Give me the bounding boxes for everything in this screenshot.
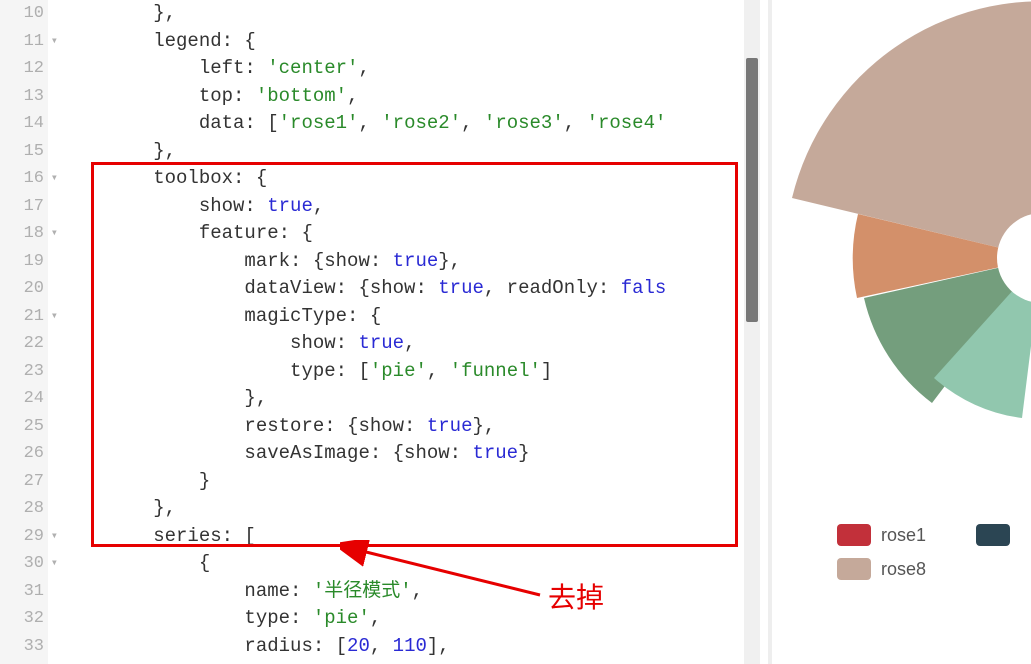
legend-swatch-extra — [976, 524, 1010, 546]
code-line[interactable]: }, — [62, 495, 732, 523]
line-number: 27 — [0, 468, 44, 496]
code-line[interactable]: }, — [62, 0, 732, 28]
line-number: 12 — [0, 55, 44, 83]
code-line[interactable]: type: 'pie', — [62, 605, 732, 633]
line-number: 28 — [0, 495, 44, 523]
code-line[interactable]: dataView: {show: true, readOnly: fals — [62, 275, 732, 303]
chart-preview — [772, 0, 1031, 500]
line-number: 15 — [0, 138, 44, 166]
pie-slice-rose8 — [792, 1, 1031, 258]
code-line[interactable]: series: [ — [62, 523, 732, 551]
line-number-gutter: 1011▾1213141516▾1718▾192021▾222324252627… — [0, 0, 48, 664]
code-line[interactable]: mark: {show: true}, — [62, 248, 732, 276]
code-line[interactable]: }, — [62, 385, 732, 413]
fold-marker-icon[interactable]: ▾ — [46, 28, 58, 56]
legend-swatch — [837, 558, 871, 580]
line-number: 21▾ — [0, 303, 44, 331]
legend-item-rose8[interactable]: rose8 — [837, 558, 1010, 580]
legend-label: rose1 — [881, 525, 926, 546]
line-number: 33 — [0, 633, 44, 661]
line-number: 23 — [0, 358, 44, 386]
line-number: 20 — [0, 275, 44, 303]
legend-label: rose8 — [881, 559, 926, 580]
code-line[interactable]: }, — [62, 138, 732, 166]
line-number: 11▾ — [0, 28, 44, 56]
code-line[interactable]: data: ['rose1', 'rose2', 'rose3', 'rose4… — [62, 110, 732, 138]
code-line[interactable]: show: true, — [62, 193, 732, 221]
line-number: 26 — [0, 440, 44, 468]
chart-legend: rose1 rose8 — [837, 524, 1010, 592]
fold-marker-icon[interactable]: ▾ — [46, 303, 58, 331]
fold-marker-icon[interactable]: ▾ — [46, 523, 58, 551]
line-number: 24 — [0, 385, 44, 413]
line-number: 25 — [0, 413, 44, 441]
fold-marker-icon[interactable]: ▾ — [46, 550, 58, 578]
code-line[interactable]: radius: [20, 110], — [62, 633, 732, 661]
line-number: 30▾ — [0, 550, 44, 578]
code-line[interactable]: legend: { — [62, 28, 732, 56]
code-line[interactable]: restore: {show: true}, — [62, 413, 732, 441]
line-number: 17 — [0, 193, 44, 221]
line-number: 31 — [0, 578, 44, 606]
line-number: 22 — [0, 330, 44, 358]
line-number: 18▾ — [0, 220, 44, 248]
code-line[interactable]: } — [62, 468, 732, 496]
code-editor[interactable]: 1011▾1213141516▾1718▾192021▾222324252627… — [0, 0, 760, 664]
line-number: 19 — [0, 248, 44, 276]
scrollbar-thumb[interactable] — [746, 58, 758, 322]
code-line[interactable]: feature: { — [62, 220, 732, 248]
code-line[interactable]: name: '半径模式', — [62, 578, 732, 606]
code-line[interactable]: saveAsImage: {show: true} — [62, 440, 732, 468]
code-line[interactable]: magicType: { — [62, 303, 732, 331]
legend-swatch — [837, 524, 871, 546]
code-line[interactable]: toolbox: { — [62, 165, 732, 193]
scrollbar-track[interactable] — [744, 0, 760, 664]
code-content[interactable]: }, legend: { left: 'center', top: 'botto… — [62, 0, 732, 664]
code-line[interactable]: show: true, — [62, 330, 732, 358]
chart-preview-pane: rose1 rose8 — [772, 0, 1031, 664]
line-number: 10 — [0, 0, 44, 28]
line-number: 14 — [0, 110, 44, 138]
fold-marker-icon[interactable]: ▾ — [46, 165, 58, 193]
code-line[interactable]: top: 'bottom', — [62, 83, 732, 111]
code-line[interactable]: { — [62, 550, 732, 578]
line-number: 29▾ — [0, 523, 44, 551]
line-number: 32 — [0, 605, 44, 633]
legend-item-rose1[interactable]: rose1 — [837, 524, 1010, 546]
code-line[interactable]: type: ['pie', 'funnel'] — [62, 358, 732, 386]
line-number: 13 — [0, 83, 44, 111]
fold-marker-icon[interactable]: ▾ — [46, 220, 58, 248]
code-line[interactable]: left: 'center', — [62, 55, 732, 83]
line-number: 16▾ — [0, 165, 44, 193]
